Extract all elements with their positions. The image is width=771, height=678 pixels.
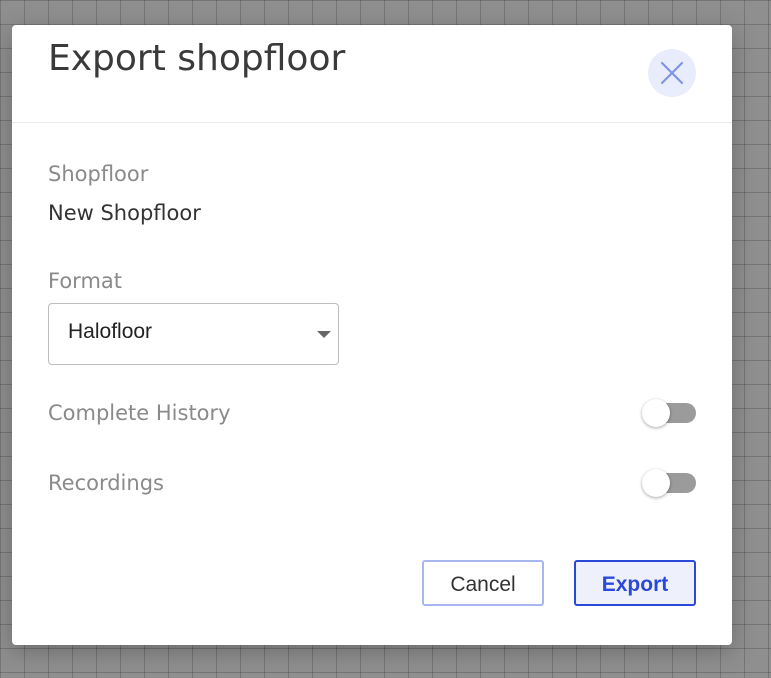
export-dialog: Export shopfloor Shopfloor New Shopfloor… xyxy=(12,25,732,645)
cancel-button[interactable]: Cancel xyxy=(422,560,544,606)
dialog-title: Export shopfloor xyxy=(48,38,346,79)
complete-history-label: Complete History xyxy=(48,401,231,425)
format-label: Format xyxy=(48,269,123,293)
recordings-toggle[interactable] xyxy=(642,468,696,498)
complete-history-toggle[interactable] xyxy=(642,398,696,428)
recordings-label: Recordings xyxy=(48,471,164,495)
caret-down-icon xyxy=(317,331,331,338)
shopfloor-label: Shopfloor xyxy=(48,162,149,186)
export-button[interactable]: Export xyxy=(574,560,696,606)
close-icon xyxy=(660,61,684,85)
shopfloor-value: New Shopfloor xyxy=(48,201,201,225)
format-select-value: Halofloor xyxy=(68,320,153,343)
format-select[interactable]: Halofloor xyxy=(48,303,339,365)
toggle-thumb xyxy=(642,469,670,497)
close-button[interactable] xyxy=(648,49,696,97)
dialog-header: Export shopfloor xyxy=(12,25,732,123)
toggle-thumb xyxy=(642,399,670,427)
